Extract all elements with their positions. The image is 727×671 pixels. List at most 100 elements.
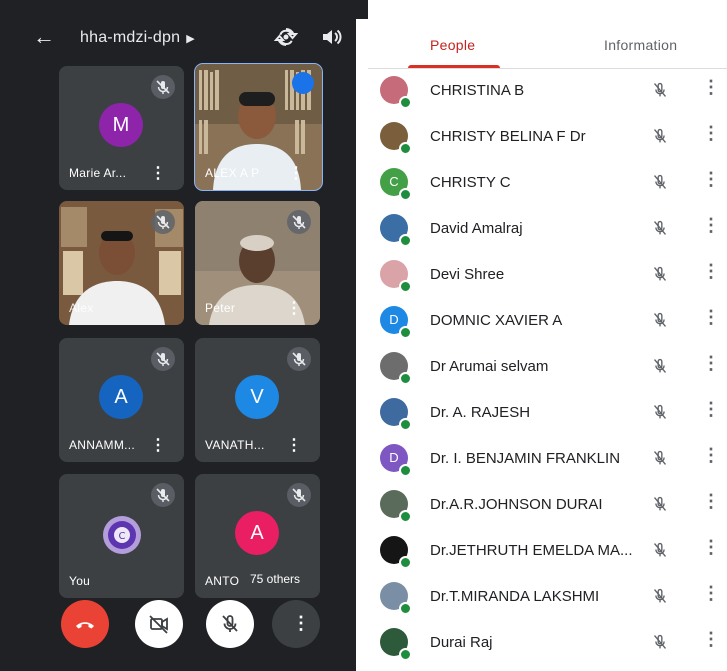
more-options-icon[interactable]: ⋮ — [288, 166, 304, 182]
tab-information[interactable]: Information — [604, 37, 677, 53]
online-status-icon — [399, 648, 412, 661]
camera-toggle-button[interactable] — [135, 600, 183, 648]
participant-row[interactable]: Dr. A. RAJESH ⋮ — [368, 390, 727, 436]
mic-off-icon — [653, 496, 667, 511]
panel-tabs: People Information — [368, 20, 727, 69]
logo-icon: C — [103, 516, 141, 554]
mic-off-icon — [222, 615, 238, 632]
more-options-icon[interactable]: ⋮ — [286, 438, 302, 454]
mic-toggle-button[interactable] — [206, 600, 254, 648]
people-panel: People Information CHRISTINA B ⋮ CHRISTY… — [368, 0, 727, 671]
more-options-icon[interactable]: ⋮ — [702, 446, 720, 464]
participant-name: Dr Arumai selvam — [430, 358, 549, 375]
mic-off-icon — [287, 210, 311, 234]
participant-row[interactable]: CHRISTY BELINA F Dr ⋮ — [368, 114, 727, 160]
online-status-icon — [399, 326, 412, 339]
participant-row[interactable]: Durai Raj ⋮ — [368, 620, 727, 666]
mic-off-icon — [653, 588, 667, 603]
participant-name: ANNAMM... — [69, 438, 136, 452]
meeting-top-bar: ← hha-mdzi-dpn ▶ — [0, 18, 356, 60]
mic-off-icon — [653, 128, 667, 143]
participant-row[interactable]: Dr.T.MIRANDA LAKSHMI ⋮ — [368, 574, 727, 620]
meeting-background-edge — [356, 0, 368, 19]
more-options-icon[interactable]: ⋮ — [702, 262, 720, 280]
mic-off-icon — [151, 75, 175, 99]
participant-name: Devi Shree — [430, 266, 505, 283]
more-options-icon[interactable]: ⋮ — [702, 170, 720, 188]
mic-off-icon — [653, 634, 667, 649]
back-arrow-icon[interactable]: ← — [33, 26, 55, 48]
more-options-icon[interactable]: ⋮ — [702, 78, 720, 96]
more-options-icon[interactable]: ⋮ — [702, 400, 720, 418]
mic-off-icon — [653, 450, 667, 465]
more-options-button[interactable]: ⋮ — [272, 600, 320, 648]
online-status-icon — [399, 556, 412, 569]
participant-row[interactable]: Devi Shree ⋮ — [368, 252, 727, 298]
participant-tile[interactable]: A ANNAMM... ⋮ — [59, 338, 184, 462]
avatar: M — [99, 103, 143, 147]
participant-row[interactable]: D Dr. I. BENJAMIN FRANKLIN ⋮ — [368, 436, 727, 482]
participant-row[interactable]: C CHRISTY C ⋮ — [368, 160, 727, 206]
avatar: A — [235, 511, 279, 555]
participant-name: Alex — [69, 301, 94, 315]
mic-off-icon — [653, 174, 667, 189]
more-options-icon[interactable]: ⋮ — [702, 630, 720, 648]
others-count-badge[interactable]: 75 others — [242, 568, 309, 590]
participant-row[interactable]: David Amalraj ⋮ — [368, 206, 727, 252]
more-options-icon[interactable]: ⋮ — [286, 301, 302, 317]
more-options-icon[interactable]: ⋮ — [702, 538, 720, 556]
online-status-icon — [399, 418, 412, 431]
participant-tile[interactable]: Alex — [59, 201, 184, 325]
participant-row[interactable]: Dr.JETHRUTH EMELDA MA... ⋮ — [368, 528, 727, 574]
participant-tile[interactable]: ALEX A P ⋮ — [194, 63, 323, 191]
participant-tile[interactable]: Peter ⋮ — [195, 201, 320, 325]
avatar: V — [235, 375, 279, 419]
switch-camera-icon[interactable] — [274, 25, 298, 49]
mic-off-icon — [151, 483, 175, 507]
participant-name: DOMNIC XAVIER A — [430, 312, 563, 329]
participant-row[interactable]: CHRISTINA B ⋮ — [368, 68, 727, 114]
more-options-icon[interactable]: ⋮ — [702, 492, 720, 510]
mic-off-icon — [653, 220, 667, 235]
more-options-icon[interactable]: ⋮ — [702, 584, 720, 602]
camera-off-icon — [149, 615, 168, 634]
participant-name: Dr.T.MIRANDA LAKSHMI — [430, 588, 600, 605]
online-status-icon — [399, 372, 412, 385]
speaker-icon[interactable] — [320, 26, 344, 48]
online-status-icon — [399, 234, 412, 247]
end-call-icon — [76, 622, 94, 629]
participant-tile[interactable]: M Marie Ar... ⋮ — [59, 66, 184, 190]
online-status-icon — [399, 464, 412, 477]
participant-name: CHRISTY BELINA F Dr — [430, 128, 586, 145]
avatar: A — [99, 375, 143, 419]
more-options-icon[interactable]: ⋮ — [702, 124, 720, 142]
online-status-icon — [399, 96, 412, 109]
participant-tile[interactable]: V VANATH... ⋮ — [195, 338, 320, 462]
online-status-icon — [399, 142, 412, 155]
meeting-panel: ← hha-mdzi-dpn ▶ M Marie Ar... ⋮ ALEX A … — [0, 0, 368, 671]
mic-off-icon — [653, 266, 667, 281]
tab-people[interactable]: People — [430, 37, 475, 53]
meeting-code-button[interactable]: hha-mdzi-dpn ▶ — [80, 29, 195, 48]
more-options-icon[interactable]: ⋮ — [150, 438, 166, 454]
mic-off-icon — [287, 347, 311, 371]
online-status-icon — [399, 188, 412, 201]
mic-off-icon — [653, 312, 667, 327]
participant-row[interactable]: D DOMNIC XAVIER A ⋮ — [368, 298, 727, 344]
mic-off-icon — [653, 358, 667, 373]
meeting-code: hha-mdzi-dpn — [80, 29, 181, 46]
participant-name: David Amalraj — [430, 220, 523, 237]
participant-name: Peter — [205, 301, 236, 315]
participant-row[interactable]: Dr Arumai selvam ⋮ — [368, 344, 727, 390]
end-call-button[interactable] — [61, 600, 109, 648]
more-options-icon[interactable]: ⋮ — [702, 216, 720, 234]
participant-tile-self[interactable]: C You — [59, 474, 184, 598]
chevron-right-icon: ▶ — [186, 33, 195, 45]
participant-row[interactable]: Dr.A.R.JOHNSON DURAI ⋮ — [368, 482, 727, 528]
more-options-icon[interactable]: ⋮ — [150, 166, 166, 182]
participant-name: ANTO — [205, 574, 240, 588]
participant-name: Durai Raj — [430, 634, 493, 651]
more-options-icon[interactable]: ⋮ — [702, 354, 720, 372]
mic-off-icon — [151, 347, 175, 371]
more-options-icon[interactable]: ⋮ — [702, 308, 720, 326]
